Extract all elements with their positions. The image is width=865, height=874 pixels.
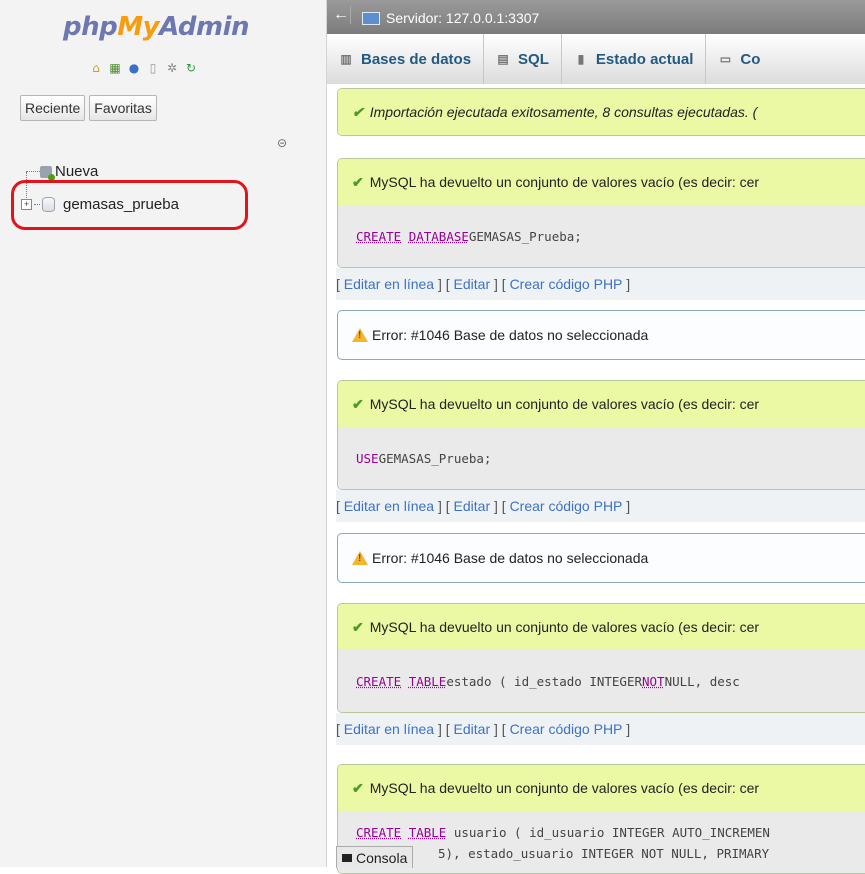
main-menu-tabs: ▥ Bases de datos ▤ SQL ▮ Estado actual ▭… (327, 34, 865, 85)
recent-favorites-bar: Reciente Favoritas (20, 95, 157, 121)
sql-query: CREATE DATABASE GEMASAS_Prueba; (338, 205, 865, 267)
query-actions-1: [ Editar en línea ] [ Editar ] [ Crear c… (336, 268, 865, 300)
docs-icon[interactable]: ▯ (145, 60, 161, 76)
favorites-button[interactable]: Favoritas (89, 95, 157, 121)
home-icon[interactable]: ⌂ (88, 60, 104, 76)
success-check-icon: ✔ (352, 395, 364, 412)
console-icon (342, 853, 352, 862)
inline-edit-link[interactable]: Editar en línea (344, 276, 434, 292)
console-toggle[interactable]: Consola (336, 846, 414, 868)
inline-edit-link[interactable]: Editar en línea (344, 498, 434, 514)
tab-accounts[interactable]: ▭ Co (706, 34, 772, 84)
error-message: Error: #1046 Base de datos no selecciona… (337, 533, 865, 583)
edit-link[interactable]: Editar (454, 721, 491, 737)
success-check-icon: ✔ (352, 103, 364, 120)
edit-link[interactable]: Editar (454, 498, 491, 514)
server-breadcrumb[interactable]: Servidor: 127.0.0.1:3307 (362, 10, 539, 26)
settings-icon[interactable]: ✲ (164, 60, 180, 76)
sql-query: CREATE TABLE usuario ( id_usuario INTEGE… (338, 811, 865, 873)
main-content: ✔ Importación ejecutada exitosamente, 8 … (327, 84, 865, 874)
navigation-panel: phpMyAdmin ⌂ ▦ ● ▯ ✲ ↻ Reciente Favorita… (0, 0, 327, 867)
link-with-main-panel-icon[interactable]: ⊝ (277, 136, 287, 150)
query-result-4: ✔ MySQL ha devuelto un conjunto de valor… (337, 764, 865, 874)
reload-icon[interactable]: ↻ (183, 60, 199, 76)
query-actions-3: [ Editar en línea ] [ Editar ] [ Crear c… (336, 713, 865, 745)
warning-icon (352, 551, 368, 565)
success-check-icon: ✔ (352, 173, 364, 190)
status-icon: ▮ (577, 52, 585, 66)
database-icon: ▥ (340, 52, 352, 66)
import-success-message: ✔ Importación ejecutada exitosamente, 8 … (337, 88, 865, 136)
phpmyadmin-logo[interactable]: phpMyAdmin (63, 12, 250, 42)
success-check-icon: ✔ (352, 779, 364, 796)
recent-button[interactable]: Reciente (20, 95, 86, 121)
create-php-code-link[interactable]: Crear código PHP (510, 276, 623, 292)
sql-query: USE GEMASAS_Prueba; (338, 427, 865, 489)
help-icon[interactable]: ● (126, 60, 142, 76)
accounts-icon: ▭ (719, 52, 732, 66)
tab-databases[interactable]: ▥ Bases de datos (327, 34, 485, 84)
tree-item-new[interactable]: Nueva (26, 163, 99, 181)
new-database-icon (40, 165, 55, 181)
highlight-annotation (11, 180, 248, 230)
logout-icon[interactable]: ▦ (107, 60, 123, 76)
create-php-code-link[interactable]: Crear código PHP (510, 498, 623, 514)
sql-icon: ▤ (497, 52, 509, 66)
server-breadcrumb-bar: ← Servidor: 127.0.0.1:3307 (327, 0, 865, 34)
query-result-3: ✔ MySQL ha devuelto un conjunto de valor… (337, 603, 865, 713)
tab-sql[interactable]: ▤ SQL (484, 34, 562, 84)
sql-query: CREATE TABLE estado ( id_estado INTEGER … (338, 650, 865, 712)
create-php-code-link[interactable]: Crear código PHP (510, 721, 623, 737)
query-result-1: ✔ MySQL ha devuelto un conjunto de valor… (337, 158, 865, 268)
tree-item-new-label: Nueva (55, 163, 99, 180)
error-message: Error: #1046 Base de datos no selecciona… (337, 310, 865, 360)
success-check-icon: ✔ (352, 618, 364, 635)
query-result-2: ✔ MySQL ha devuelto un conjunto de valor… (337, 380, 865, 490)
collapse-nav-icon[interactable]: ← (332, 6, 351, 24)
warning-icon (352, 328, 368, 342)
nav-icon-bar: ⌂ ▦ ● ▯ ✲ ↻ (88, 60, 199, 78)
inline-edit-link[interactable]: Editar en línea (344, 721, 434, 737)
query-actions-2: [ Editar en línea ] [ Editar ] [ Crear c… (336, 490, 865, 522)
edit-link[interactable]: Editar (454, 276, 491, 292)
server-icon (362, 11, 380, 25)
tab-status[interactable]: ▮ Estado actual (562, 34, 707, 84)
